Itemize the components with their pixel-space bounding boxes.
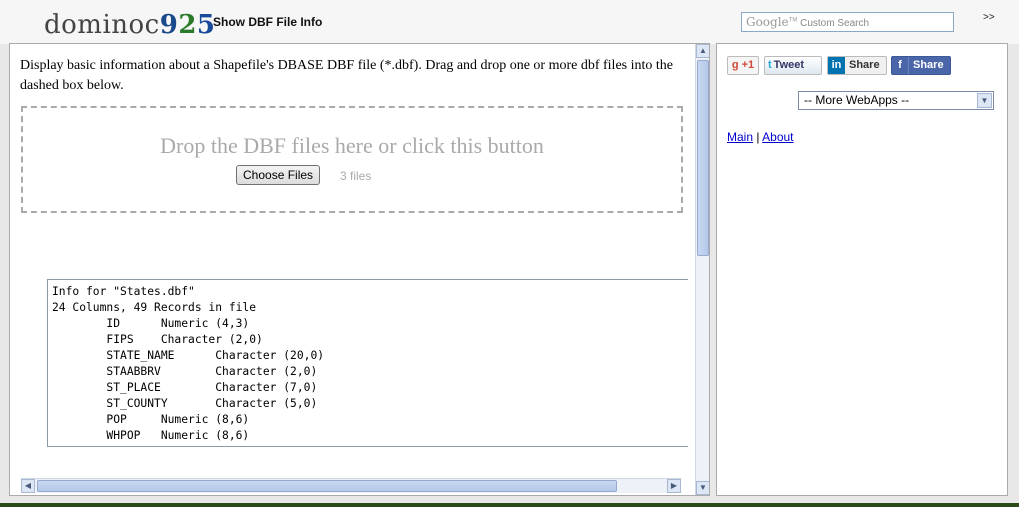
logo-text: dominoc: [44, 10, 160, 40]
tm-mark: TM: [788, 17, 798, 24]
scroll-down-icon[interactable]: ▼: [696, 481, 709, 495]
facebook-icon: f: [892, 57, 909, 74]
description-text: Display basic information about a Shapef…: [20, 58, 673, 93]
google-plus-button[interactable]: g +1: [727, 56, 759, 75]
linkedin-share-button[interactable]: in Share: [827, 56, 887, 75]
google-logo-icon: Google: [746, 15, 789, 29]
page-header: dominoc925 Show DBF File Info GoogleTM C…: [0, 0, 1019, 44]
vertical-scrollbar[interactable]: ▲ ▼: [695, 44, 709, 495]
more-webapps-select[interactable]: -- More WebApps -- ▼: [798, 91, 994, 110]
logo-digit-9: 9: [159, 10, 179, 40]
more-webapps-value: -- More WebApps --: [804, 93, 910, 107]
sidebar-links: Main | About: [727, 130, 794, 144]
horizontal-scrollbar[interactable]: ◀ ▶: [21, 478, 681, 493]
dbf-info-output: Info for "States.dbf" 24 Columns, 49 Rec…: [47, 279, 688, 447]
tweet-label: Tweet: [773, 59, 805, 71]
link-separator: |: [756, 130, 760, 144]
google-plus-icon: g: [731, 59, 739, 71]
logo-digit-2: 2: [178, 10, 197, 40]
facebook-share-button[interactable]: f Share: [891, 56, 951, 75]
about-link[interactable]: About: [762, 130, 793, 144]
linkedin-share-label: Share: [849, 59, 880, 71]
page-title: Show DBF File Info: [213, 15, 323, 29]
facebook-share-label: Share: [913, 59, 944, 71]
expand-link[interactable]: >>: [983, 12, 995, 23]
tweet-button[interactable]: t Tweet: [764, 56, 822, 75]
vertical-scroll-thumb[interactable]: [697, 60, 709, 256]
chevron-down-icon[interactable]: ▼: [977, 93, 992, 108]
main-panel: Display basic information about a Shapef…: [9, 43, 710, 496]
choose-files-button[interactable]: Choose Files: [236, 165, 321, 185]
search-input[interactable]: GoogleTM Custom Search: [741, 12, 954, 32]
search-placeholder: Custom Search: [800, 18, 870, 29]
google-plus-label: +1: [741, 59, 755, 71]
scroll-left-icon[interactable]: ◀: [21, 479, 35, 493]
main-link[interactable]: Main: [727, 130, 753, 144]
scroll-right-icon[interactable]: ▶: [667, 479, 681, 493]
site-logo[interactable]: dominoc925: [44, 10, 216, 40]
twitter-bird-icon: t: [768, 59, 772, 71]
drop-zone-text: Drop the DBF files here or click this bu…: [160, 133, 544, 158]
sidebar-panel: g +1 t Tweet in Share f Share -- More WebAp…: [716, 43, 1008, 496]
drop-zone[interactable]: Drop the DBF files here or click this bu…: [21, 106, 683, 213]
linkedin-icon: in: [828, 57, 845, 74]
file-count-label: 3 files: [340, 169, 372, 183]
horizontal-scroll-thumb[interactable]: [37, 480, 617, 492]
bottom-edge-strip: [0, 503, 1019, 507]
scroll-up-icon[interactable]: ▲: [696, 44, 709, 58]
dbf-info-text: Info for "States.dbf" 24 Columns, 49 Rec…: [52, 285, 325, 442]
